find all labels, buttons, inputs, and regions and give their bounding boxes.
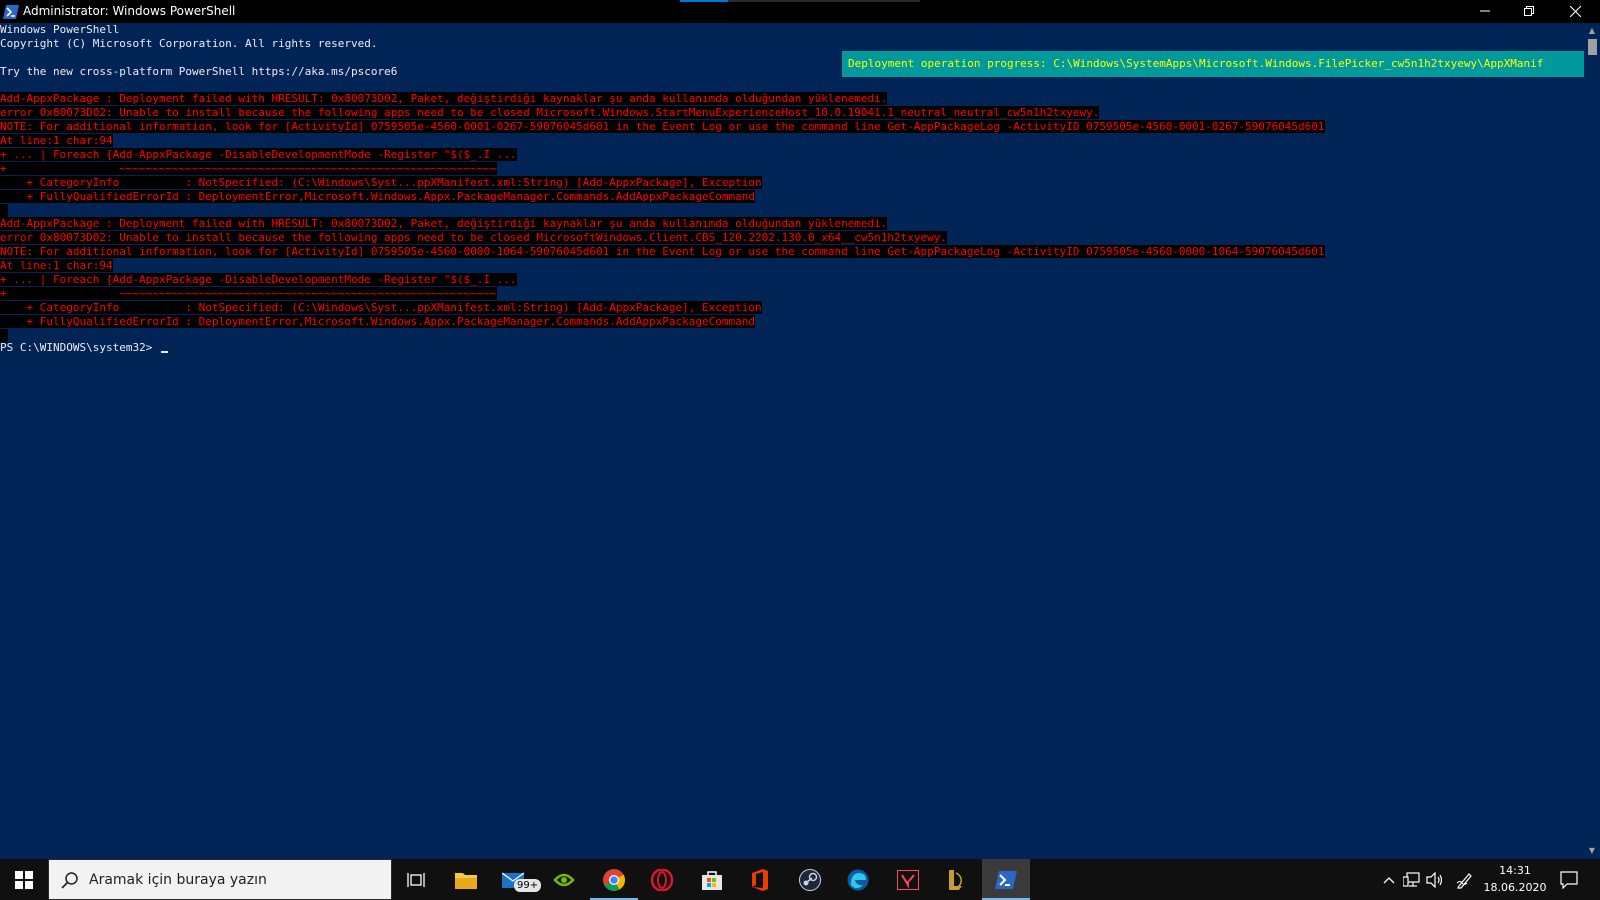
valorant-icon [897,869,919,890]
chevron-up-icon [1383,877,1395,884]
error-blank-line [0,204,8,218]
clock-date: 18.06.2020 [1483,881,1547,894]
tab-indicator-track [728,0,920,2]
error-line: + FullyQualifiedErrorId : DeploymentErro… [0,315,755,328]
pen-workspace-button[interactable] [1456,871,1474,889]
tab-indicator [680,0,728,2]
taskbar-opera[interactable] [638,859,686,900]
nvidia-icon [553,873,575,886]
error-line: + ... | Foreach {Add-AppxPackage -Disabl… [0,273,517,286]
error-line: error 0x80073D02: Unable to install beca… [0,231,948,244]
search-placeholder: Aramak için buraya yazın [89,872,267,888]
console-line: Try the new cross-platform PowerShell ht… [0,65,398,78]
error-line: Add-AppxPackage : Deployment failed with… [0,92,888,105]
taskbar-league-of-legends[interactable] [932,859,980,900]
vertical-scrollbar[interactable]: ▲ ▼ [1584,23,1600,859]
taskbar-mail[interactable]: 99+ [490,859,542,900]
taskbar-nvidia[interactable] [540,859,588,900]
taskbar-chrome[interactable] [590,859,638,900]
taskbar-search-box[interactable]: Aramak için buraya yazın [48,859,392,900]
search-icon [61,872,78,889]
command-prompt[interactable]: PS C:\WINDOWS\system32> [0,341,168,355]
store-icon [702,870,722,890]
error-line: NOTE: For additional information, look f… [0,120,1325,133]
clock-time: 14:31 [1499,864,1531,877]
taskbar-edge[interactable] [834,859,882,900]
windows-logo-icon [15,870,33,889]
show-hidden-icons-button[interactable] [1380,871,1398,889]
error-line: error 0x80073D02: Unable to install beca… [0,106,1100,119]
taskbar-steam[interactable] [786,859,834,900]
task-view-button[interactable] [392,859,440,900]
system-clock[interactable]: 14:31 18.06.2020 [1476,862,1554,896]
powershell-icon [995,870,1017,889]
console-line: Windows PowerShell [0,23,120,36]
window-title: Administrator: Windows PowerShell [23,4,236,18]
task-view-icon [407,872,425,887]
error-line: At line:1 char:94 [0,134,113,147]
error-line: + ~~~~~~~~~~~~~~~~~~~~~~~~~~~~~~~~~~~~~~… [0,287,497,300]
notification-icon [1560,871,1578,889]
taskbar-powershell[interactable] [982,859,1030,900]
error-line: NOTE: For additional information, look f… [0,245,1325,258]
error-line: + ... | Foreach {Add-AppxPackage -Disabl… [0,148,517,161]
minimize-icon [1480,10,1490,12]
restore-button[interactable] [1507,0,1551,22]
office-icon [752,868,768,891]
taskbar-file-explorer[interactable] [442,859,490,900]
speaker-icon [1426,872,1443,888]
volume-button[interactable] [1426,871,1444,889]
progress-text: Deployment operation progress: C:\Window… [848,57,1544,70]
error-line: Add-AppxPackage : Deployment failed with… [0,217,888,230]
network-icon [1403,872,1420,887]
deployment-progress-bar: Deployment operation progress: C:\Window… [842,51,1584,77]
console-line: Copyright (C) Microsoft Corporation. All… [0,37,378,50]
pen-icon [1456,873,1472,889]
start-button[interactable] [0,859,48,900]
error-line: + CategoryInfo : NotSpecified: (C:\Windo… [0,176,762,189]
restore-icon [1524,6,1534,16]
minimize-button[interactable] [1463,0,1507,22]
scroll-up-icon[interactable]: ▲ [1584,23,1600,39]
action-center-button[interactable] [1559,870,1579,890]
console-output[interactable]: Windows PowerShell Copyright (C) Microso… [0,23,1584,859]
error-line: + CategoryInfo : NotSpecified: (C:\Windo… [0,301,762,314]
taskbar: Aramak için buraya yazın 99+ 14:31 18.06… [0,859,1600,900]
error-line: + ~~~~~~~~~~~~~~~~~~~~~~~~~~~~~~~~~~~~~~… [0,162,497,175]
edge-icon [847,869,869,890]
error-line: At line:1 char:94 [0,259,113,272]
folder-icon [455,872,477,889]
taskbar-office[interactable] [736,859,784,900]
scroll-down-icon[interactable]: ▼ [1584,843,1600,859]
opera-icon [651,868,673,891]
taskbar-store[interactable] [688,859,736,900]
network-button[interactable] [1403,871,1421,889]
title-bar[interactable]: Administrator: Windows PowerShell [0,0,1600,23]
powershell-icon [3,4,19,19]
scrollbar-thumb[interactable] [1588,39,1597,55]
close-button[interactable] [1553,0,1597,22]
league-of-legends-icon [949,869,962,890]
prompt-text: PS C:\WINDOWS\system32> [0,341,159,354]
error-line: + FullyQualifiedErrorId : DeploymentErro… [0,190,755,203]
text-cursor [160,351,168,353]
mail-badge: 99+ [514,879,542,892]
steam-icon [799,868,821,891]
chrome-icon [603,868,625,891]
close-icon [1569,5,1581,17]
taskbar-valorant[interactable] [884,859,932,900]
